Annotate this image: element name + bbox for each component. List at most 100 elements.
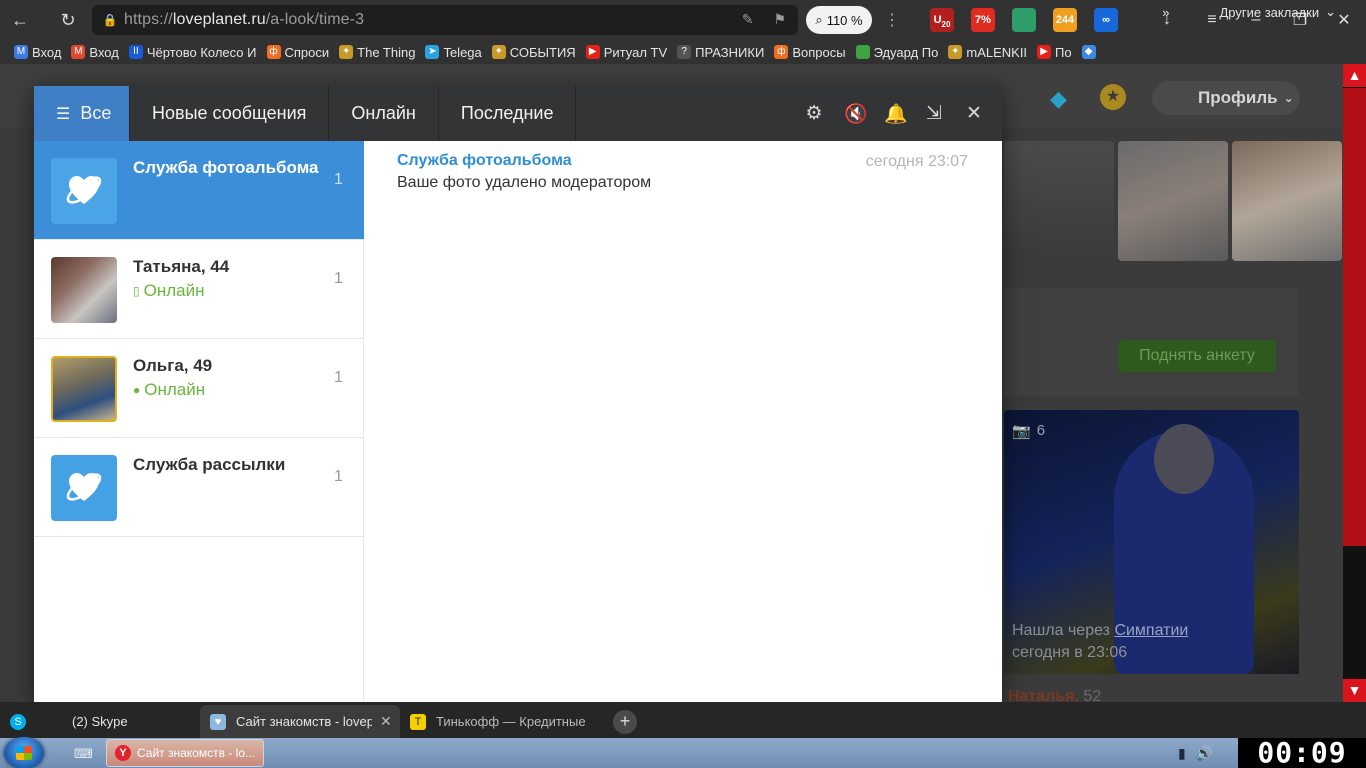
user-photo[interactable] (1118, 141, 1228, 261)
message-sender[interactable]: Служба фотоальбома (397, 152, 572, 170)
conversation-list: Служба фотоальбома 1 Татьяна, 44 ▯ Онлайн 1 Ол… (34, 141, 364, 702)
conversation-name: Служба фотоальбома (133, 158, 319, 177)
page-scrollbar[interactable]: ▲ ▼ (1343, 64, 1366, 702)
extension-icon[interactable] (1012, 8, 1036, 32)
more-bookmarks-chevron[interactable]: » (1162, 5, 1169, 20)
unread-count: 1 (334, 369, 343, 386)
tab-skype[interactable]: S (2) Skype (0, 705, 200, 738)
messenger-window: ☰ Все Новые сообщения Онлайн Последние ⚙ 🔇 🔔… (34, 86, 1002, 702)
bookmark-item[interactable]: ▶ По (1037, 45, 1072, 60)
bookmark-item[interactable]: ? ПРАЗНИКИ (677, 45, 764, 60)
signal-icon[interactable]: ▮ (1178, 745, 1186, 762)
user-photo[interactable] (1232, 141, 1342, 261)
bookmark-item[interactable]: ✦ mALENKII (948, 45, 1027, 60)
loveplanet-heart-icon (51, 455, 117, 521)
extension-icon[interactable]: U 20 (930, 8, 954, 32)
bookmark-item[interactable]: ✦ The Thing (339, 45, 415, 60)
bookmark-label: Вход (89, 44, 119, 60)
url-text[interactable]: https://loveplanet.ru/a-look/time-3 (124, 11, 364, 29)
bookmark-icon[interactable]: ⚑ (773, 11, 786, 28)
new-tab-button[interactable]: + (613, 710, 637, 734)
unread-count: 1 (334, 468, 343, 485)
back-arrow-icon[interactable]: ← (0, 0, 40, 40)
address-bar[interactable]: 🔒 https://loveplanet.ru/a-look/time-3 ✎ … (92, 5, 798, 35)
camera-icon: 📷 (1012, 423, 1031, 440)
clock[interactable]: 00:09 (1238, 738, 1366, 768)
scroll-up-icon[interactable]: ▲ (1343, 64, 1366, 87)
bookmark-item[interactable]: ➤ Telega (425, 45, 482, 60)
close-tab-icon[interactable]: ✕ (380, 713, 392, 730)
translate-icon[interactable]: ✎ (742, 11, 754, 28)
online-status: ● Онлайн (133, 380, 206, 399)
message-text: Ваше фото удалено модератором (397, 174, 652, 191)
online-status: ▯ Онлайн (133, 281, 205, 300)
conversation-name: Ольга, 49 (133, 356, 213, 375)
bookmark-label: mALENKII (966, 44, 1028, 60)
avatar (51, 257, 117, 323)
scroll-down-icon[interactable]: ▼ (1343, 679, 1366, 702)
bookmark-icon: ф (266, 45, 281, 59)
mute-icon[interactable]: 🔇 (844, 102, 868, 126)
extension-icon[interactable]: ∞ (1094, 8, 1118, 32)
conversation-item[interactable]: Служба рассылки 1 (34, 438, 364, 537)
scroll-thumb[interactable] (1343, 88, 1366, 546)
tab-new-messages[interactable]: Новые сообщения (130, 86, 330, 141)
tab-all[interactable]: ☰ Все (34, 86, 130, 141)
bookmark-item[interactable]: II Чёртово Колесо И (128, 45, 257, 60)
extension-icon[interactable]: 244 (1053, 8, 1077, 32)
bookmark-icon (855, 45, 870, 59)
chevron-down-icon: ⌄ (1325, 4, 1336, 19)
minimize-window-icon[interactable]: ⇲ (924, 102, 944, 125)
chat-pane: Служба фотоальбома сегодня 23:07 Ваше фо… (365, 141, 1002, 702)
star-icon[interactable]: ★ (1100, 84, 1126, 110)
extension-icon[interactable]: 7% (971, 8, 995, 32)
gear-icon[interactable]: ⚙ (804, 102, 824, 125)
bookmark-item[interactable]: ✦ СОБЫТИЯ (491, 44, 576, 60)
other-bookmarks-label[interactable]: Другие закладки (1219, 5, 1319, 20)
bookmark-icon: ➤ (425, 45, 440, 59)
photo-count: 📷 6 (1012, 422, 1046, 440)
tab-online[interactable]: Онлайн (329, 86, 439, 141)
bookmark-item[interactable]: ▶ Ритуал TV (585, 45, 667, 60)
loveplanet-icon: ♥ (210, 713, 226, 730)
bookmark-item[interactable]: ф Вопросы (774, 44, 846, 60)
bookmark-label: Вопросы (792, 44, 846, 60)
mobile-icon: ▯ (133, 284, 140, 298)
tab-loveplanet[interactable]: ♥ Сайт знакомств - loveplanet ✕ (200, 705, 400, 738)
start-button[interactable] (4, 737, 44, 768)
card-name[interactable]: Наталья, 52 (1008, 688, 1101, 702)
taskbar-app-yandex[interactable]: Y Сайт знакомств - lo... (106, 739, 264, 767)
zoom-indicator[interactable]: ⌕ 110 % (806, 6, 872, 34)
bookmark-item[interactable]: M Вход (71, 44, 119, 60)
sympathy-link[interactable]: Симпатии (1114, 622, 1188, 639)
other-bookmarks[interactable]: » Другие закладки ⌄ (1162, 0, 1336, 24)
bookmark-item[interactable]: M Вход (14, 45, 61, 60)
tab-recent[interactable]: Последние (439, 86, 577, 141)
keyboard-icon[interactable]: ⌨ (74, 746, 93, 762)
menu-dots-icon[interactable]: ⋮ (884, 10, 900, 30)
bell-icon[interactable]: 🔔 (884, 102, 908, 126)
bookmark-item[interactable]: Эдуард По (855, 45, 938, 60)
diamond-icon[interactable]: ◆ (1050, 86, 1067, 112)
user-photo[interactable] (1004, 141, 1114, 261)
hamburger-icon: ☰ (56, 105, 71, 123)
bookmark-icon: M (14, 45, 28, 59)
bookmark-item[interactable]: ◆ (1081, 45, 1100, 59)
bookmark-label: ПРАЗНИКИ (695, 44, 765, 60)
avatar (51, 356, 117, 422)
bookmark-item[interactable]: ф Спроси (266, 45, 329, 60)
profile-menu[interactable]: Профиль ⌄ (1152, 81, 1300, 115)
conversation-item[interactable]: Служба фотоальбома 1 (34, 141, 364, 240)
featured-photo[interactable]: 📷 6 Нашла через Симпатии сегодня в 23:06 (1004, 410, 1299, 674)
bookmark-label: СОБЫТИЯ (509, 44, 576, 60)
conversation-name: Татьяна, 44 (133, 257, 230, 276)
reload-icon[interactable]: ↻ (48, 0, 88, 40)
volume-icon[interactable]: 🔊 (1196, 745, 1213, 762)
close-icon[interactable]: ✕ (964, 102, 984, 125)
raise-profile-button[interactable]: Поднять анкету (1118, 340, 1276, 372)
conversation-item[interactable]: Ольга, 49 ● Онлайн 1 (34, 339, 364, 438)
bookmark-icon: ▶ (1037, 45, 1052, 59)
conversation-item[interactable]: Татьяна, 44 ▯ Онлайн 1 (34, 240, 364, 339)
tab-tinkoff[interactable]: T Тинькофф — Кредитные и (400, 705, 600, 738)
windows-taskbar: ⌨ Y Сайт знакомств - lo... ▮ 🔊 00:09 (0, 737, 1366, 768)
